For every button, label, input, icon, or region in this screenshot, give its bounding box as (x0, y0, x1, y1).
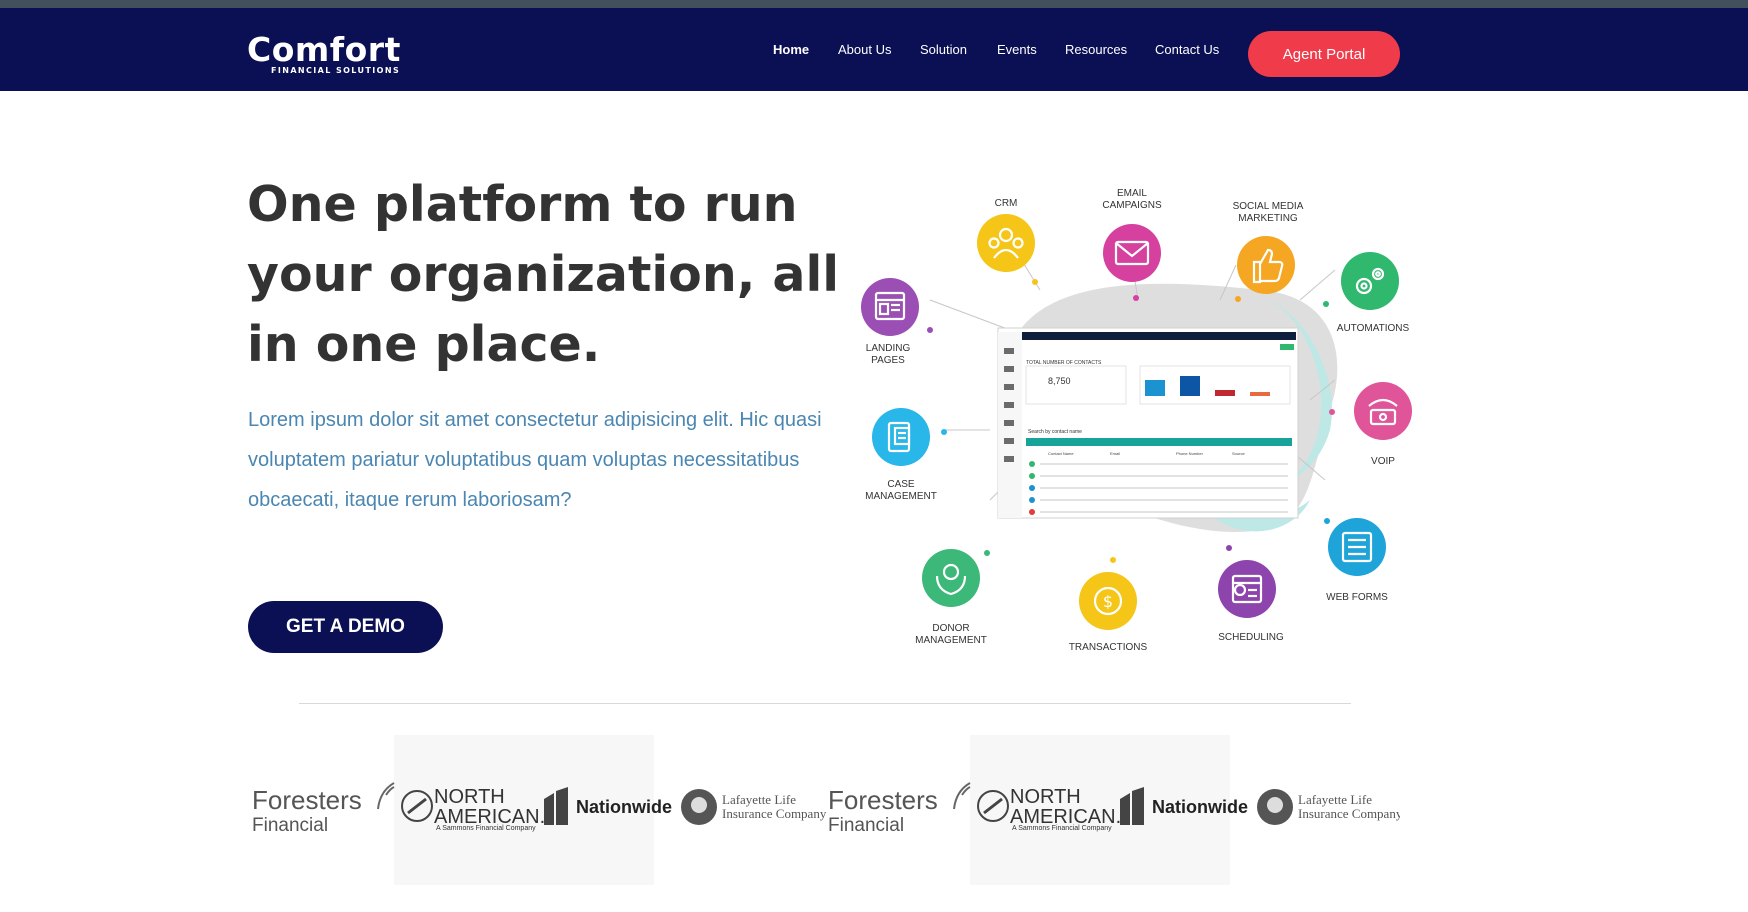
nationwide-logo[interactable]: Nationwide (542, 735, 672, 885)
nav-about-us[interactable]: About Us (838, 42, 891, 57)
svg-text:PAGES: PAGES (871, 355, 905, 366)
section-divider (299, 703, 1351, 704)
nav-home[interactable]: Home (773, 42, 809, 57)
feature-social-media-marketing: SOCIAL MEDIA MARKETING (1233, 201, 1304, 294)
agent-portal-button[interactable]: Agent Portal (1248, 31, 1400, 77)
feature-automations: AUTOMATIONS (1337, 252, 1410, 334)
feature-crm: CRM (977, 198, 1035, 272)
feature-case-management: CASE MANAGEMENT (865, 408, 937, 502)
dashboard-col-name: Contact Name (1048, 451, 1074, 456)
feature-email-campaigns: EMAIL CAMPAIGNS (1102, 188, 1162, 282)
dashboard-col-source: Source (1232, 451, 1245, 456)
north-american-logo[interactable]: NORTH AMERICAN. A Sammons Financial Comp… (396, 735, 546, 885)
svg-text:EMAIL: EMAIL (1117, 188, 1147, 199)
svg-text:MANAGEMENT: MANAGEMENT (865, 491, 937, 502)
leaf-icon (953, 782, 971, 810)
feature-landing-pages: LANDING PAGES (861, 278, 919, 366)
feature-label-voip: VOIP (1371, 456, 1395, 467)
dashboard-col-email: Email (1110, 451, 1120, 456)
platform-features-illustration: TOTAL NUMBER OF CONTACTS 8,750 Search by… (861, 188, 1412, 653)
north-american-logo[interactable]: NORTH AMERICAN. A Sammons Financial Comp… (972, 735, 1122, 885)
hero-description: Lorem ipsum dolor sit amet consectetur a… (248, 409, 822, 511)
hero-title: One platform to run your organization, a… (247, 176, 840, 373)
feature-label-crm: CRM (995, 198, 1018, 209)
svg-text:MARKETING: MARKETING (1238, 213, 1298, 224)
dashboard-table-title: Search by contact name (1028, 429, 1082, 435)
svg-text:CASE: CASE (887, 479, 915, 490)
nationwide-emblem-icon (544, 787, 568, 825)
north-american-emblem-icon (977, 790, 1009, 822)
lafayette-life-logo[interactable]: Lafayette Life Insurance Company (1256, 735, 1400, 885)
feature-transactions: $ TRANSACTIONS (1069, 572, 1148, 653)
feature-label-scheduling: SCHEDULING (1218, 632, 1284, 643)
partner-logos-carousel: Foresters Financial NORTH AMERICAN. A Sa… (248, 735, 1400, 885)
foresters-logo[interactable]: Foresters Financial (828, 735, 971, 885)
nationwide-emblem-icon (1120, 787, 1144, 825)
dashboard-section-label: TOTAL NUMBER OF CONTACTS (1026, 360, 1102, 366)
svg-text:MANAGEMENT: MANAGEMENT (915, 635, 987, 646)
foresters-logo[interactable]: Foresters Financial (252, 735, 395, 885)
nav-resources[interactable]: Resources (1065, 42, 1127, 57)
svg-text:$: $ (1103, 592, 1113, 611)
feature-donor-management: DONOR MANAGEMENT (915, 549, 987, 646)
svg-text:LANDING: LANDING (866, 343, 911, 354)
lafayette-portrait-icon (1257, 789, 1293, 825)
feature-label-automations: AUTOMATIONS (1337, 323, 1410, 334)
dashboard-total: 8,750 (1048, 376, 1071, 386)
feature-web-forms: WEB FORMS (1326, 518, 1388, 603)
svg-text:DONOR: DONOR (932, 623, 969, 634)
lafayette-life-logo[interactable]: Lafayette Life Insurance Company (680, 735, 826, 885)
nav-events[interactable]: Events (997, 42, 1037, 57)
feature-scheduling: SCHEDULING (1218, 560, 1284, 643)
logo-wordmark: Comfort (247, 30, 401, 69)
logo-tagline: FINANCIAL SOLUTIONS (271, 66, 401, 75)
site-header: Comfort FINANCIAL SOLUTIONS Home About U… (0, 8, 1748, 91)
feature-label-web-forms: WEB FORMS (1326, 592, 1388, 603)
north-american-emblem-icon (401, 790, 433, 822)
dashboard-col-phone: Phone Number (1176, 451, 1204, 456)
nav-contact-us[interactable]: Contact Us (1155, 42, 1219, 57)
nationwide-logo[interactable]: Nationwide (1118, 735, 1248, 885)
crm-dashboard-screenshot: TOTAL NUMBER OF CONTACTS 8,750 Search by… (997, 327, 1299, 519)
svg-text:CAMPAIGNS: CAMPAIGNS (1102, 200, 1162, 211)
feature-label-transactions: TRANSACTIONS (1069, 642, 1148, 653)
svg-text:SOCIAL MEDIA: SOCIAL MEDIA (1233, 201, 1304, 212)
feature-voip: VOIP (1354, 382, 1412, 467)
leaf-icon (377, 782, 395, 810)
browser-top-strip (0, 0, 1748, 8)
comfort-logo[interactable]: Comfort FINANCIAL SOLUTIONS (247, 30, 401, 76)
get-a-demo-button[interactable]: GET A DEMO (248, 601, 443, 653)
nav-solution[interactable]: Solution (920, 42, 967, 57)
lafayette-portrait-icon (681, 789, 717, 825)
